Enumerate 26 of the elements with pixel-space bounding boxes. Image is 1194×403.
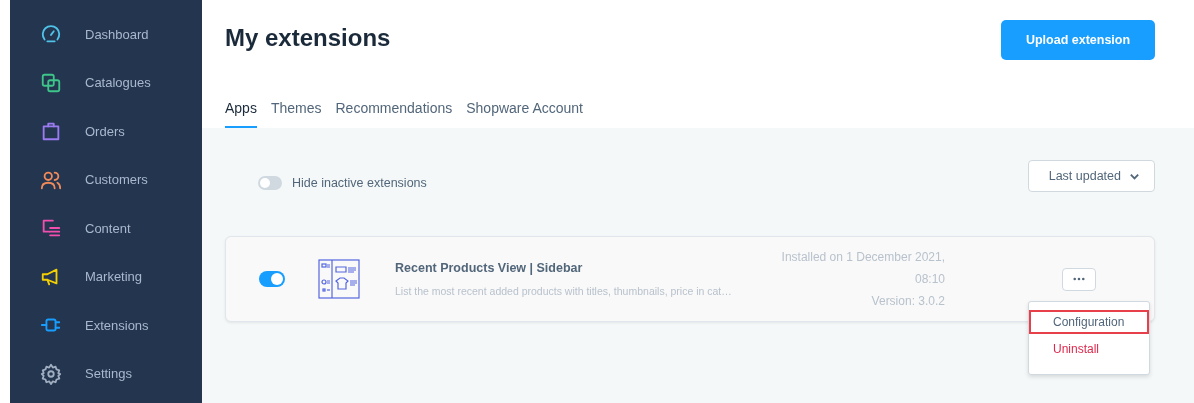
toggle-switch[interactable] (259, 271, 285, 287)
toggle-switch[interactable] (258, 176, 282, 190)
more-icon (1073, 277, 1085, 281)
sidebar-item[interactable]: Marketing (10, 252, 202, 301)
menu-item[interactable]: Uninstall (1029, 336, 1149, 361)
sort-dropdown[interactable]: Last updated (1027, 160, 1155, 192)
install-time: 08:10 (913, 271, 945, 288)
menu-item[interactable]: Configuration (1029, 309, 1149, 334)
page-title: My extensions (225, 24, 391, 52)
install-date: Installed on 1 December 2021, (780, 249, 945, 266)
product-list-icon (318, 259, 360, 299)
tab[interactable]: Shopware Account (466, 100, 583, 128)
extension-name: Recent Products View | Sidebar (395, 261, 584, 275)
sidebar-item[interactable]: Extensions (10, 301, 202, 350)
sidebar-item[interactable]: Customers (10, 155, 202, 204)
version-label: Version: 3.0.2 (870, 293, 945, 310)
sidebar-item[interactable]: Dashboard (10, 10, 202, 59)
sidebar-item[interactable]: Settings (10, 349, 202, 398)
tab[interactable]: Recommendations (335, 100, 453, 128)
extension-description: List the most recent added products with titles, thumbnails, price in cat… (395, 285, 733, 297)
sidebar-item[interactable]: Orders (10, 107, 202, 156)
more-button[interactable] (1062, 267, 1096, 291)
tab[interactable]: Themes (270, 100, 322, 128)
toggle-label: Hide inactive extensions (292, 176, 427, 190)
sidebar-item[interactable]: Content (10, 204, 202, 253)
sidebar-item[interactable]: Catalogues (10, 58, 202, 107)
